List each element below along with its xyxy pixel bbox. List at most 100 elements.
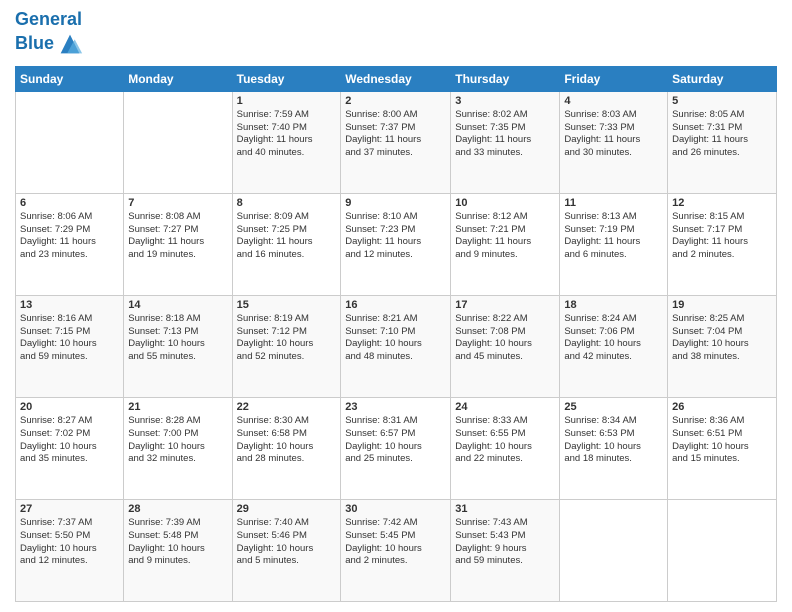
calendar-cell [668, 499, 777, 601]
day-number: 1 [237, 95, 337, 107]
day-info-line: Sunset: 5:45 PM [345, 530, 446, 543]
day-info-line: and 30 minutes. [564, 147, 663, 160]
day-info-line: Sunrise: 8:31 AM [345, 415, 446, 428]
day-number: 27 [20, 503, 119, 515]
day-number: 21 [128, 401, 227, 413]
day-info-line: Sunrise: 8:30 AM [237, 415, 337, 428]
day-info-line: and 9 minutes. [128, 555, 227, 568]
day-number: 14 [128, 299, 227, 311]
day-number: 5 [672, 95, 772, 107]
calendar-cell: 14Sunrise: 8:18 AMSunset: 7:13 PMDayligh… [124, 295, 232, 397]
weekday-header-friday: Friday [560, 66, 668, 91]
day-info-line: Sunrise: 8:36 AM [672, 415, 772, 428]
day-info-line: and 40 minutes. [237, 147, 337, 160]
weekday-header-sunday: Sunday [16, 66, 124, 91]
day-info-line: Daylight: 11 hours [564, 134, 663, 147]
day-info-line: Sunset: 7:35 PM [455, 122, 555, 135]
day-info-line: Sunrise: 8:06 AM [20, 211, 119, 224]
day-info-line: and 38 minutes. [672, 351, 772, 364]
day-info-line: Sunset: 5:50 PM [20, 530, 119, 543]
day-info-line: Daylight: 11 hours [455, 134, 555, 147]
calendar-table: SundayMondayTuesdayWednesdayThursdayFrid… [15, 66, 777, 602]
day-info-line: and 35 minutes. [20, 453, 119, 466]
day-info-line: and 12 minutes. [20, 555, 119, 568]
day-info-line: and 6 minutes. [564, 249, 663, 262]
day-info-line: Sunrise: 7:42 AM [345, 517, 446, 530]
logo-blue: Blue [15, 34, 54, 54]
calendar-cell: 2Sunrise: 8:00 AMSunset: 7:37 PMDaylight… [341, 91, 451, 193]
day-info-line: Sunset: 7:08 PM [455, 326, 555, 339]
calendar-cell: 6Sunrise: 8:06 AMSunset: 7:29 PMDaylight… [16, 193, 124, 295]
day-number: 11 [564, 197, 663, 209]
day-info-line: and 32 minutes. [128, 453, 227, 466]
calendar-cell: 27 Sunrise: 7:37 AMSunset: 5:50 PMDayligh… [16, 499, 124, 601]
day-info-line: Sunrise: 8:28 AM [128, 415, 227, 428]
day-info-line: and 23 minutes. [20, 249, 119, 262]
weekday-header-thursday: Thursday [451, 66, 560, 91]
week-row-1: 1Sunrise: 7:59 AMSunset: 7:40 PMDaylight… [16, 91, 777, 193]
day-info-line: Daylight: 10 hours [672, 441, 772, 454]
day-number: 12 [672, 197, 772, 209]
day-number: 2 [345, 95, 446, 107]
day-info-line: Sunrise: 8:05 AM [672, 109, 772, 122]
calendar-cell: 20Sunrise: 8:27 AMSunset: 7:02 PMDayligh… [16, 397, 124, 499]
day-info-line: Daylight: 10 hours [20, 441, 119, 454]
day-info-line: Sunset: 6:58 PM [237, 428, 337, 441]
day-info-line: Sunset: 5:43 PM [455, 530, 555, 543]
day-info-line: Daylight: 10 hours [564, 441, 663, 454]
day-info-line: Sunrise: 8:08 AM [128, 211, 227, 224]
day-info-line: Sunset: 7:27 PM [128, 224, 227, 237]
day-info-line: Daylight: 10 hours [128, 441, 227, 454]
day-info-line: and 25 minutes. [345, 453, 446, 466]
day-number: 20 [20, 401, 119, 413]
day-info-line: Daylight: 10 hours [128, 543, 227, 556]
day-info-line: Sunrise: 8:22 AM [455, 313, 555, 326]
day-info-line: and 37 minutes. [345, 147, 446, 160]
day-info-line: Sunset: 7:40 PM [237, 122, 337, 135]
day-info-line: Sunrise: 7:37 AM [20, 517, 119, 530]
day-info-line: Sunset: 5:48 PM [128, 530, 227, 543]
day-number: 4 [564, 95, 663, 107]
day-info-line: and 18 minutes. [564, 453, 663, 466]
day-info-line: Sunset: 7:29 PM [20, 224, 119, 237]
day-number: 19 [672, 299, 772, 311]
day-info-line: Daylight: 10 hours [672, 338, 772, 351]
day-info-line: Sunrise: 7:40 AM [237, 517, 337, 530]
day-info-line: Sunset: 7:17 PM [672, 224, 772, 237]
day-number: 29 [237, 503, 337, 515]
day-number: 28 [128, 503, 227, 515]
day-number: 15 [237, 299, 337, 311]
day-info-line: Daylight: 10 hours [237, 543, 337, 556]
calendar-cell: 25Sunrise: 8:34 AMSunset: 6:53 PMDayligh… [560, 397, 668, 499]
weekday-header-saturday: Saturday [668, 66, 777, 91]
calendar-cell: 13Sunrise: 8:16 AMSunset: 7:15 PMDayligh… [16, 295, 124, 397]
day-info-line: Sunset: 6:53 PM [564, 428, 663, 441]
day-info-line: Sunrise: 7:43 AM [455, 517, 555, 530]
day-info-line: Sunrise: 8:13 AM [564, 211, 663, 224]
day-info-line: Sunset: 7:31 PM [672, 122, 772, 135]
calendar-cell: 12Sunrise: 8:15 AMSunset: 7:17 PMDayligh… [668, 193, 777, 295]
calendar-cell: 16Sunrise: 8:21 AMSunset: 7:10 PMDayligh… [341, 295, 451, 397]
day-info-line: and 12 minutes. [345, 249, 446, 262]
day-info-line: Sunset: 7:15 PM [20, 326, 119, 339]
day-info-line: and 48 minutes. [345, 351, 446, 364]
weekday-header-row: SundayMondayTuesdayWednesdayThursdayFrid… [16, 66, 777, 91]
calendar-cell: 23Sunrise: 8:31 AMSunset: 6:57 PMDayligh… [341, 397, 451, 499]
day-info-line: Daylight: 10 hours [237, 441, 337, 454]
day-info-line: Daylight: 10 hours [345, 441, 446, 454]
day-number: 16 [345, 299, 446, 311]
day-info-line: Sunrise: 8:25 AM [672, 313, 772, 326]
calendar-cell: 17Sunrise: 8:22 AMSunset: 7:08 PMDayligh… [451, 295, 560, 397]
day-info-line: Daylight: 10 hours [20, 543, 119, 556]
day-number: 25 [564, 401, 663, 413]
day-info-line: Daylight: 10 hours [564, 338, 663, 351]
day-info-line: and 5 minutes. [237, 555, 337, 568]
day-info-line: Sunset: 7:00 PM [128, 428, 227, 441]
day-number: 8 [237, 197, 337, 209]
day-info-line: Sunset: 7:21 PM [455, 224, 555, 237]
day-info-line: Sunset: 7:19 PM [564, 224, 663, 237]
day-info-line: and 52 minutes. [237, 351, 337, 364]
day-info-line: Sunrise: 8:33 AM [455, 415, 555, 428]
day-info-line: and 2 minutes. [345, 555, 446, 568]
day-info-line: Sunrise: 8:21 AM [345, 313, 446, 326]
